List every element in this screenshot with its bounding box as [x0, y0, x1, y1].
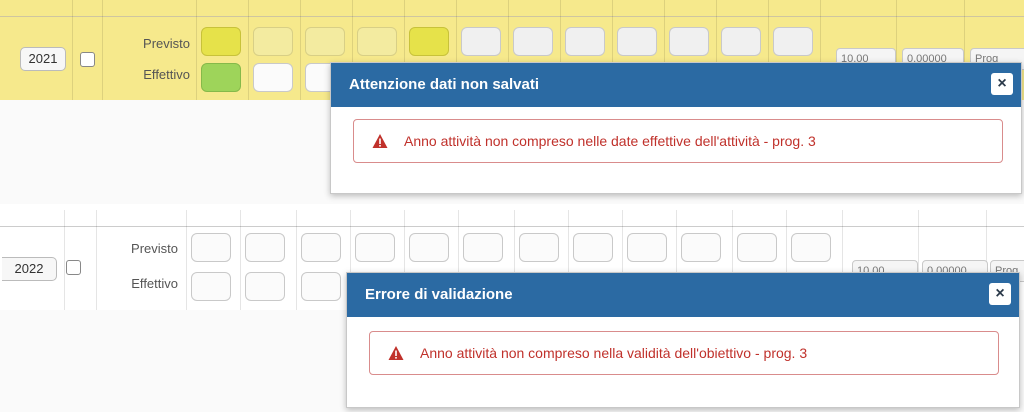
warning-triangle-icon [372, 134, 388, 148]
planned-month-cell[interactable] [773, 27, 813, 56]
previous-row-border [0, 210, 1024, 227]
planned-month-cell[interactable] [513, 27, 553, 56]
actual-month-cell[interactable] [253, 63, 293, 92]
planned-label: Previsto [143, 36, 190, 51]
row-checkbox[interactable] [66, 260, 81, 275]
planned-month-cell[interactable] [519, 233, 559, 262]
screen-panel-2022: 2022 Previsto Effettivo 10,00 0,00000 Pr… [0, 210, 1024, 412]
planned-month-cell[interactable] [565, 27, 605, 56]
screen-panel-2021: 2021 Previsto Effettivo 10,00 0,00000 Pr… [0, 0, 1024, 204]
unsaved-data-dialog: Attenzione dati non salvati × Anno attiv… [330, 62, 1022, 194]
planned-month-cell[interactable] [681, 233, 721, 262]
row-checkbox[interactable] [80, 52, 95, 67]
planned-month-cell[interactable] [463, 233, 503, 262]
planned-month-cell[interactable] [409, 233, 449, 262]
planned-month-cell[interactable] [791, 233, 831, 262]
planned-month-cell[interactable] [409, 27, 449, 56]
error-message: Anno attività non compreso nella validit… [420, 345, 808, 361]
close-icon[interactable]: × [991, 73, 1013, 95]
validation-error-dialog: Errore di validazione × Anno attività no… [346, 272, 1020, 408]
error-alert: Anno attività non compreso nelle date ef… [353, 119, 1003, 163]
actual-label: Effettivo [131, 276, 178, 291]
planned-label: Previsto [131, 241, 178, 256]
error-message: Anno attività non compreso nelle date ef… [404, 133, 816, 149]
actual-month-cell[interactable] [191, 272, 231, 301]
previous-row-border [0, 0, 1024, 17]
planned-month-cell[interactable] [245, 233, 285, 262]
year-button[interactable]: 2022 [2, 257, 57, 281]
error-alert: Anno attività non compreso nella validit… [369, 331, 999, 375]
planned-month-cell[interactable] [721, 27, 761, 56]
warning-triangle-icon [388, 346, 404, 360]
year-button[interactable]: 2021 [20, 47, 66, 71]
actual-label: Effettivo [143, 67, 190, 82]
planned-month-cell[interactable] [573, 233, 613, 262]
close-icon[interactable]: × [989, 283, 1011, 305]
planned-month-cell[interactable] [617, 27, 657, 56]
planned-month-cell[interactable] [201, 27, 241, 56]
planned-month-cell[interactable] [191, 233, 231, 262]
dialog-header: Attenzione dati non salvati × [331, 63, 1021, 107]
dialog-title: Errore di validazione [365, 286, 513, 303]
planned-month-cell[interactable] [737, 233, 777, 262]
actual-month-cell[interactable] [301, 272, 341, 301]
planned-month-cell[interactable] [357, 27, 397, 56]
planned-month-cell[interactable] [461, 27, 501, 56]
actual-month-cell[interactable] [201, 63, 241, 92]
planned-month-cell[interactable] [305, 27, 345, 56]
dialog-title: Attenzione dati non salvati [349, 76, 540, 93]
planned-month-cell[interactable] [355, 233, 395, 262]
actual-month-cell[interactable] [245, 272, 285, 301]
planned-month-cell[interactable] [627, 233, 667, 262]
planned-month-cell[interactable] [669, 27, 709, 56]
planned-month-cell[interactable] [301, 233, 341, 262]
planned-month-cell[interactable] [253, 27, 293, 56]
dialog-header: Errore di validazione × [347, 273, 1019, 317]
